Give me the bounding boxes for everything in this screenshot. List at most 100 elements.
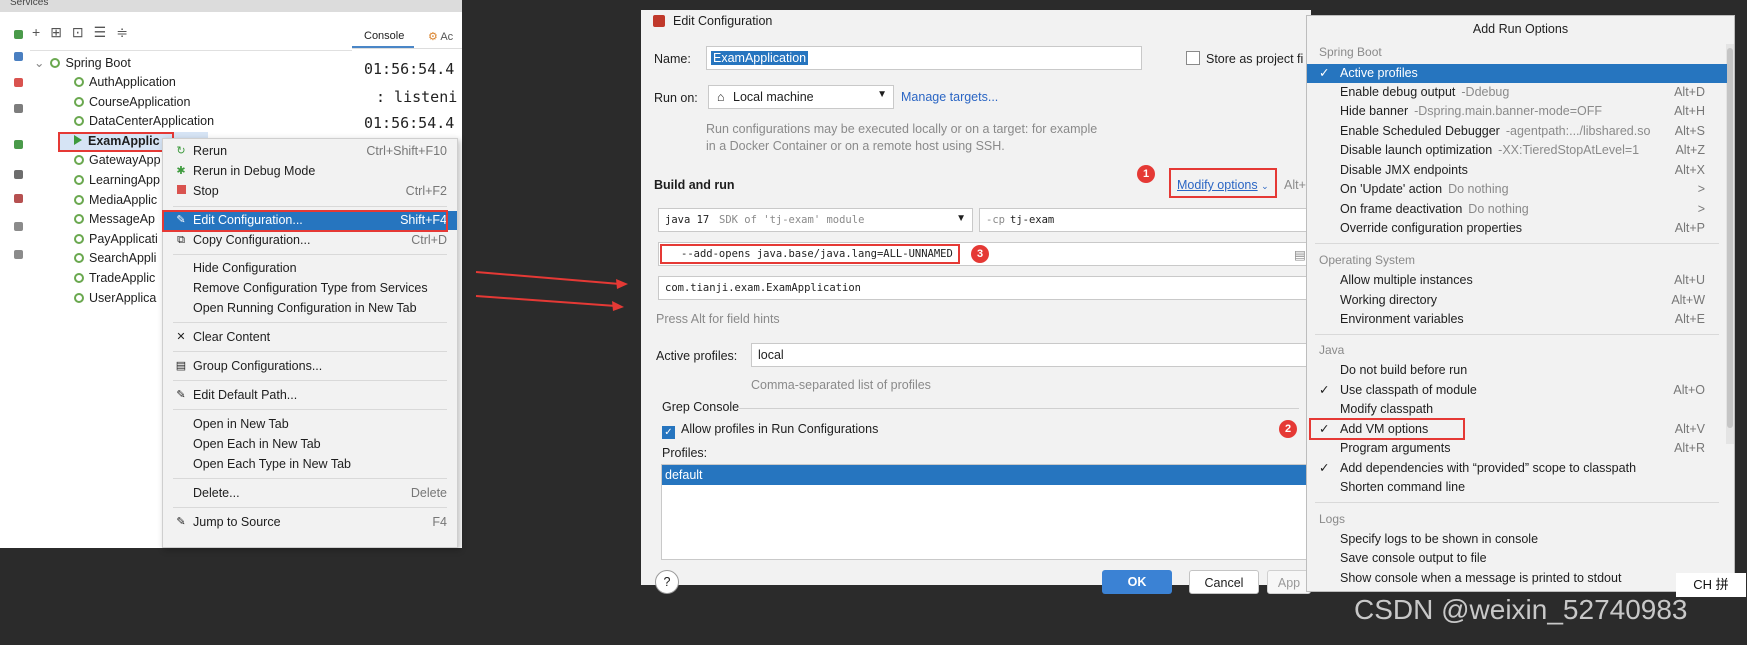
popup-title: Add Run Options [1472,22,1569,36]
record-icon[interactable] [14,194,23,203]
option-shorten-command-line[interactable]: Shorten command line [1307,478,1727,497]
console-line: 01:56:54.4 [364,60,455,78]
tree-node-app[interactable]: AuthApplication [74,73,176,92]
profiles-list[interactable]: default [661,464,1311,560]
name-field[interactable]: ExamApplication [706,46,1142,70]
menu-item-remove-configuration-type[interactable]: Remove Configuration Type from Services [163,279,457,298]
option-allow-multiple-instances[interactable]: Allow multiple instances Alt+U [1307,271,1727,290]
checkbox-checked-icon: ✓ [662,426,675,439]
tree-node-app[interactable]: PayApplicati [74,230,158,249]
main-class-field[interactable]: com.tianji.exam.ExamApplication [658,276,1311,300]
menu-item-rerun[interactable]: ↻ Rerun Ctrl+Shift+F10 [163,142,457,161]
classpath-module-select[interactable]: -cp tj-exam [979,208,1311,232]
menu-item-stop[interactable]: Stop Ctrl+F2 [163,182,457,201]
option-modify-classpath[interactable]: Modify classpath [1307,400,1727,419]
tree-node-app[interactable]: TradeApplic [74,269,155,288]
services-toolbar: + ⊞ ⊡ ☰ ≑ [32,24,128,46]
tree-node-app[interactable]: SearchAppli [74,249,156,268]
group-spring-boot: Spring Boot [1319,45,1382,59]
menu-item-open-running-config[interactable]: Open Running Configuration in New Tab [163,299,457,318]
option-working-directory[interactable]: Working directory Alt+W [1307,291,1727,310]
menu-item-clear-content[interactable]: ✕ Clear Content [163,328,457,347]
run-on-select[interactable]: ⌂ Local machine ▼ [708,85,894,109]
option-enable-scheduled-debugger[interactable]: Enable Scheduled Debugger -agentpath:.../… [1307,122,1727,141]
spring-icon [50,58,61,68]
collapse-all-icon[interactable]: ≑ [116,24,128,46]
menu-item-open-each-in-new-tab[interactable]: Open Each in New Tab [163,435,457,454]
active-profiles-field[interactable]: local [751,343,1311,367]
option-specify-logs[interactable]: Specify logs to be shown in console [1307,530,1727,549]
menu-item-rerun-debug[interactable]: ✱ Rerun in Debug Mode [163,162,457,181]
annotation-box-vm-options [660,244,960,264]
add-icon[interactable]: + [32,24,40,46]
grep-console-heading: Grep Console [662,400,740,414]
option-disable-launch-optimization[interactable]: Disable launch optimization -XX:TieredSto… [1307,141,1727,160]
tree-node-app[interactable]: CourseApplication [74,93,190,112]
menu-item-open-in-new-tab[interactable]: Open in New Tab [163,415,457,434]
tree-node-app[interactable]: UserApplica [74,289,156,308]
tab-actuator[interactable]: ⚙ Ac [428,30,453,43]
option-do-not-build-before-run[interactable]: Do not build before run [1307,361,1727,380]
tool-icon[interactable] [14,104,23,113]
tree-node-app[interactable]: GatewayApp [74,151,161,170]
store-as-project-checkbox[interactable]: Store as project fi [1186,51,1303,66]
manage-targets-link[interactable]: Manage targets... [901,90,998,104]
menu-item-edit-default-path[interactable]: ✎ Edit Default Path... [163,386,457,405]
menu-item-hide-configuration[interactable]: Hide Configuration [163,259,457,278]
list-item[interactable]: default [662,465,1310,485]
option-environment-variables[interactable]: Environment variables Alt+E [1307,310,1727,329]
tree-node-spring-boot[interactable]: ⌄ Spring Boot [34,54,131,73]
popup-scrollbar[interactable] [1726,44,1734,444]
apply-button[interactable]: App [1267,570,1311,594]
actuator-icon: ⚙ [428,31,438,43]
rerun-icon[interactable] [14,140,23,149]
option-override-configuration-properties[interactable]: Override configuration properties Alt+P [1307,219,1727,238]
settings-icon[interactable] [14,250,23,259]
menu-item-jump-to-source[interactable]: ✎ Jump to Source F4 [163,513,457,532]
group-icon[interactable]: ⊞ [50,24,62,46]
tree-node-app[interactable]: LearningApp [74,171,160,190]
ok-button[interactable]: OK [1102,570,1172,594]
filter-icon[interactable] [14,222,23,231]
expand-all-icon[interactable]: ☰ [94,24,107,46]
check-icon: ✓ [1319,66,1330,80]
menu-item-open-each-type[interactable]: Open Each Type in New Tab [163,455,457,474]
debug-icon[interactable] [14,52,23,61]
option-active-profiles[interactable]: ✓ Active profiles [1307,64,1727,83]
tree-node-app[interactable]: DataCenterApplication [74,112,214,131]
tree-node-app[interactable]: MediaApplic [74,191,157,210]
option-program-arguments[interactable]: Program arguments Alt+R [1307,439,1727,458]
option-disable-jmx-endpoints[interactable]: Disable JMX endpoints Alt+X [1307,161,1727,180]
option-show-console-stdout[interactable]: Show console when a message is printed t… [1307,569,1727,588]
jdk-select[interactable]: java 17 SDK of 'tj-exam' module ▼ [658,208,973,232]
menu-item-group-configurations[interactable]: ▤ Group Configurations... [163,357,457,376]
option-on-frame-deactivation[interactable]: On frame deactivation Do nothing > [1307,200,1727,219]
allow-profiles-checkbox[interactable]: ✓ Allow profiles in Run Configurations [662,422,878,439]
run-icon[interactable] [14,30,23,39]
edit-configuration-dialog: Edit Configuration Name: ExamApplication… [641,10,1311,594]
tab-console[interactable]: Console [364,30,404,42]
annotation-box-exam-app [58,132,174,152]
option-hide-banner[interactable]: Hide banner -Dspring.main.banner-mode=OFF… [1307,102,1727,121]
tree-node-app[interactable]: MessageAp [74,210,155,229]
option-on-update-action[interactable]: On 'Update' action Do nothing > [1307,180,1727,199]
edit-icon: ✎ [176,389,186,401]
help-button[interactable]: ? [655,570,679,594]
chevron-down-icon: ▼ [877,89,887,100]
option-add-provided-dependencies[interactable]: ✓ Add dependencies with “provided” scope … [1307,459,1727,478]
option-enable-debug-output[interactable]: Enable debug output -Ddebug Alt+D [1307,83,1727,102]
option-save-console-output[interactable]: Save console output to file [1307,549,1727,568]
chevron-right-icon: > [1697,182,1705,196]
expand-icon[interactable]: ▤ [1294,247,1306,262]
stop-icon[interactable] [14,78,23,87]
option-use-classpath-of-module[interactable]: ✓ Use classpath of module Alt+O [1307,381,1727,400]
group-logs: Logs [1319,512,1346,526]
layout-icon[interactable] [14,170,23,179]
menu-item-delete[interactable]: Delete... Delete [163,484,457,503]
new-tab-icon[interactable]: ⊡ [72,24,84,46]
cancel-button[interactable]: Cancel [1189,570,1259,594]
group-icon: ▤ [175,360,187,372]
check-icon: ✓ [1319,383,1330,397]
menu-item-copy-configuration[interactable]: ⧉ Copy Configuration... Ctrl+D [163,231,457,250]
chevron-down-icon[interactable]: ⌄ [34,56,44,70]
